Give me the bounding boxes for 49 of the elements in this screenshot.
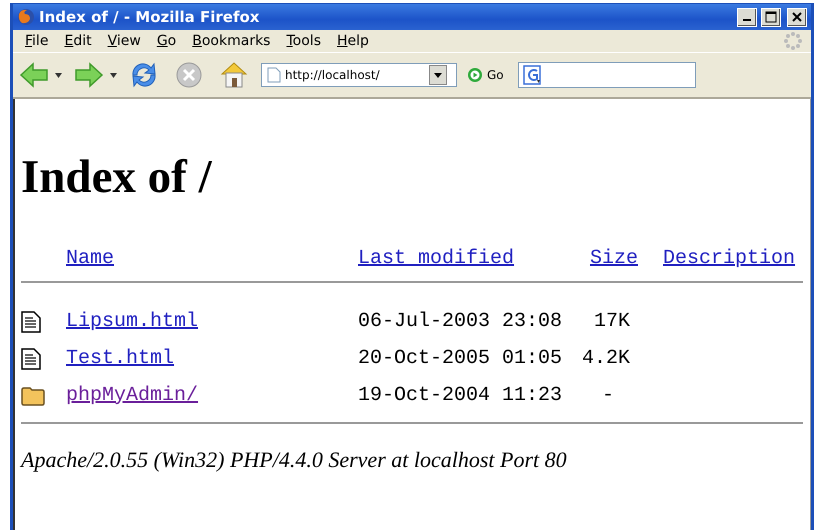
home-button[interactable]	[219, 61, 249, 89]
stop-button[interactable]	[175, 61, 203, 89]
minimize-button[interactable]	[737, 8, 757, 26]
file-size: -	[602, 384, 614, 408]
page-icon	[267, 67, 281, 83]
dropdown-button[interactable]	[429, 65, 447, 85]
go-icon	[467, 67, 483, 83]
address-field[interactable]: http://localhost/	[281, 68, 429, 82]
window-title: Index of / - Mozilla Firefox	[39, 8, 260, 26]
page-heading: Index of /	[21, 150, 212, 205]
close-icon	[791, 11, 803, 23]
throbber-icon	[783, 31, 803, 51]
forward-button[interactable]	[74, 62, 104, 88]
menu-item[interactable]: Go	[148, 31, 184, 51]
server-signature: Apache/2.0.55 (Win32) PHP/4.4.0 Server at localhost Port 80	[21, 447, 567, 473]
menu-item[interactable]: Bookmarks	[184, 31, 278, 51]
search-engine-icon[interactable]	[522, 65, 543, 85]
document-icon	[21, 348, 41, 370]
file-link[interactable]: phpMyAdmin/	[66, 384, 198, 408]
file-link[interactable]: Lipsum.html	[66, 310, 198, 334]
go-button[interactable]: Go	[463, 67, 508, 83]
menu-item[interactable]: View	[100, 31, 149, 51]
maximize-button[interactable]	[761, 8, 781, 26]
modified-date: 19-Oct-2004 11:23	[358, 384, 564, 408]
address-bar[interactable]: http://localhost/	[261, 63, 457, 87]
column-header-link[interactable]: Name	[66, 247, 114, 271]
caret-icon[interactable]	[110, 72, 117, 78]
folder-icon	[21, 386, 45, 406]
maximize-icon	[765, 11, 777, 23]
modified-date: 20-Oct-2005 01:05	[358, 346, 564, 370]
document-icon	[21, 310, 41, 332]
caret-icon	[434, 72, 442, 78]
search-field[interactable]	[518, 62, 696, 88]
back-button[interactable]	[19, 62, 49, 88]
close-button[interactable]	[787, 8, 807, 26]
modified-date: 06-Jul-2003 23:08	[358, 310, 564, 334]
file-link[interactable]: Test.html	[66, 346, 174, 370]
column-header-link[interactable]: Last modified	[358, 247, 514, 271]
caret-icon[interactable]	[55, 72, 62, 78]
menu-item[interactable]: Tools	[278, 31, 329, 51]
menu-item[interactable]: Help	[329, 31, 377, 51]
minimize-icon	[743, 19, 751, 21]
file-size: 17K	[594, 310, 631, 334]
column-header-link[interactable]: Size	[590, 247, 638, 271]
menu-item[interactable]: Edit	[56, 31, 100, 51]
firefox-logo-icon	[17, 8, 35, 26]
column-header-link[interactable]: Description	[638, 247, 796, 271]
file-size: 4.2K	[582, 346, 631, 370]
menu-item[interactable]: File	[17, 31, 56, 51]
